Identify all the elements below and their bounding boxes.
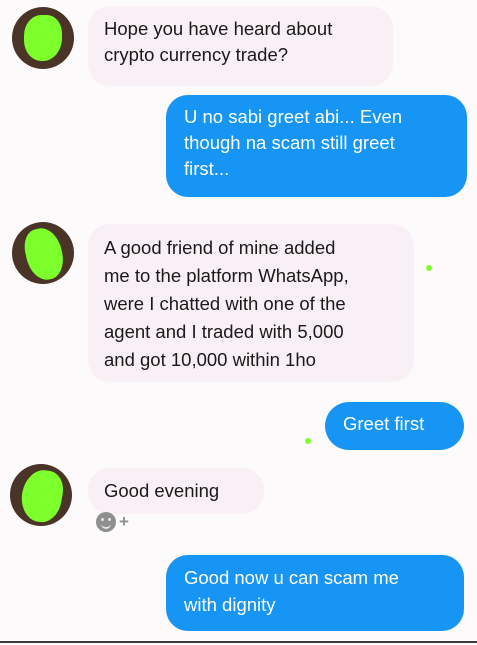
censor-mark <box>20 224 68 284</box>
censor-mark <box>17 466 67 526</box>
sender-avatar[interactable] <box>12 7 74 69</box>
add-reaction-button[interactable]: + <box>96 512 129 532</box>
censor-mark <box>305 438 311 444</box>
outgoing-message[interactable]: Good now u can scam me with dignity <box>166 555 464 631</box>
smiley-icon <box>96 512 116 532</box>
divider <box>0 641 477 643</box>
incoming-message[interactable]: A good friend of mine added me to the pl… <box>88 224 414 382</box>
sender-avatar[interactable] <box>12 222 74 284</box>
outgoing-message[interactable]: U no sabi greet abi... Even though na sc… <box>166 95 467 197</box>
censor-mark <box>426 265 432 271</box>
sender-avatar[interactable] <box>10 464 72 526</box>
plus-icon: + <box>119 512 129 531</box>
outgoing-message[interactable]: Greet first <box>325 402 464 450</box>
incoming-message[interactable]: Hope you have heard about crypto currenc… <box>88 6 393 86</box>
incoming-message[interactable]: Good evening <box>88 468 264 514</box>
censor-mark <box>24 15 62 61</box>
